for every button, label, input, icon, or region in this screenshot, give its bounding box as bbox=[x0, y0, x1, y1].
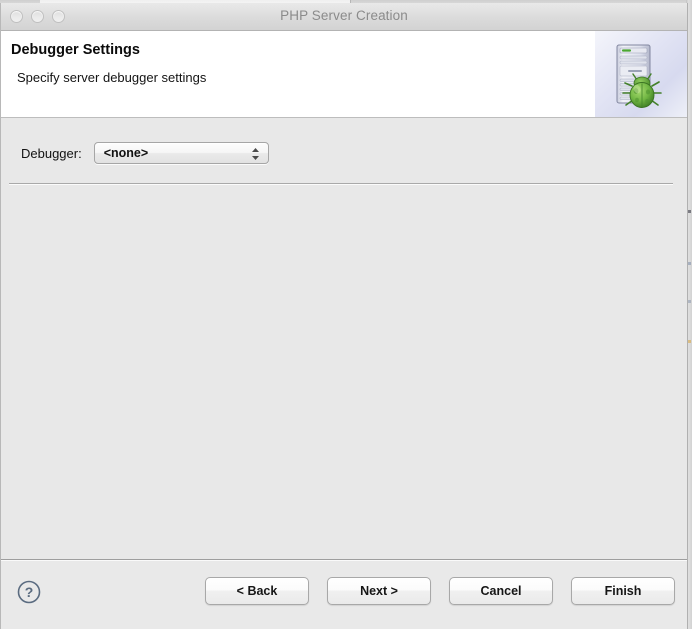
chevron-up-down-icon bbox=[251, 147, 260, 161]
server-with-bug-icon bbox=[595, 31, 687, 117]
finish-button[interactable]: Finish bbox=[571, 577, 675, 605]
wizard-header: Debugger Settings Specify server debugge… bbox=[1, 31, 687, 118]
screen-root: PHP Server Creation Debugger Settings Sp… bbox=[0, 0, 692, 629]
window-title: PHP Server Creation bbox=[280, 8, 408, 23]
page-subtitle: Specify server debugger settings bbox=[17, 70, 207, 85]
svg-text:?: ? bbox=[25, 584, 34, 600]
debugger-label: Debugger: bbox=[21, 145, 82, 161]
window-titlebar[interactable]: PHP Server Creation bbox=[1, 3, 687, 31]
wizard-button-bar: ? < Back Next > Cancel Finish bbox=[1, 559, 687, 629]
php-server-creation-dialog: PHP Server Creation Debugger Settings Sp… bbox=[0, 3, 688, 629]
page-title: Debugger Settings bbox=[11, 42, 140, 58]
wizard-content: Debugger: <none> bbox=[1, 118, 687, 559]
debugger-select-value: <none> bbox=[103, 146, 149, 160]
content-separator bbox=[9, 183, 673, 185]
next-button[interactable]: Next > bbox=[327, 577, 431, 605]
back-button[interactable]: < Back bbox=[205, 577, 309, 605]
wizard-buttons: < Back Next > Cancel Finish bbox=[205, 577, 675, 605]
debugger-select[interactable]: <none> bbox=[93, 142, 269, 164]
cancel-button[interactable]: Cancel bbox=[449, 577, 553, 605]
help-icon[interactable]: ? bbox=[17, 580, 41, 604]
debugger-field-row: Debugger: <none> bbox=[21, 142, 269, 164]
